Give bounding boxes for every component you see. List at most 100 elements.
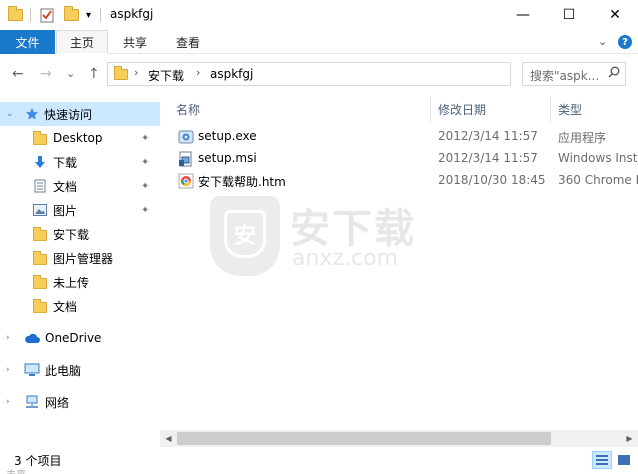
nav-item-network[interactable]: › 网络 [0,390,160,414]
scroll-right-arrow-icon[interactable]: ▶ [621,430,638,447]
quick-access-dropdown-icon[interactable]: ▾ [86,6,91,24]
address-bar-row: ← → ⌄ ↑ › 安下载 › aspkfgj ⌄ ↻ 搜索"aspk... [0,54,638,94]
window-folder-icon [8,6,23,24]
file-date: 2018/10/30 18:45 [438,173,546,187]
divider [100,8,101,22]
horizontal-scrollbar[interactable]: ◀ ▶ [160,430,638,447]
back-arrow-icon[interactable]: ← [12,66,24,82]
pin-icon[interactable]: ✦ [141,133,149,144]
up-arrow-icon[interactable]: ↑ [88,66,100,82]
nav-label: 下载 [53,155,78,170]
pin-icon[interactable]: ✦ [141,205,149,216]
folder-icon [32,298,48,314]
nav-label: OneDrive [45,331,102,345]
nav-item-documents[interactable]: 文档 ✦ [0,174,160,198]
file-row-setup-exe[interactable]: setup.exe 2012/3/14 11:57 应用程序 [170,126,638,148]
star-icon [24,106,40,122]
nav-label: 此电脑 [45,363,82,378]
details-view-button[interactable] [592,451,612,469]
file-date: 2012/3/14 11:57 [438,129,538,143]
column-header-type[interactable]: 类型 [552,96,638,122]
window-title: aspkfgj [110,7,154,21]
scroll-left-arrow-icon[interactable]: ◀ [160,430,177,447]
expand-chevron-icon[interactable]: › [6,397,10,407]
nav-item-this-pc[interactable]: › 此电脑 [0,358,160,382]
scrollbar-thumb[interactable] [177,432,551,445]
ribbon-tabs: 文件 主页 共享 查看 ⌄ ? [0,30,638,54]
nav-item-pictures[interactable]: 图片 ✦ [0,198,160,222]
column-divider[interactable] [430,96,431,122]
cloud-icon [24,330,40,346]
nav-item-not-uploaded[interactable]: 未上传 [0,270,160,294]
tab-view[interactable]: 查看 [162,30,214,54]
nav-label: 文档 [53,179,78,194]
nav-label: 快速访问 [44,107,93,122]
title-bar: ▾ aspkfgj — ☐ ✕ [0,0,638,30]
tab-home[interactable]: 主页 [56,30,108,54]
picture-icon [32,202,48,218]
file-type: Windows Installer [558,151,638,165]
nav-item-onedrive[interactable]: › OneDrive [0,326,160,350]
folder-icon [32,226,48,242]
address-bar[interactable]: › 安下载 › aspkfgj ⌄ ↻ [107,62,615,86]
pin-icon[interactable]: ✦ [141,181,149,192]
expand-chevron-icon[interactable]: ⌄ [6,109,14,119]
navigation-pane: ⌄ 快速访问 Desktop ✦ 下载 ✦ 文档 ✦ 图片 ✦ 安下载 图片管理… [0,96,160,448]
tab-file[interactable]: 文件 [0,30,55,54]
nav-label: Desktop [53,131,103,145]
column-header-date[interactable]: 修改日期 [432,96,550,122]
search-input[interactable]: 搜索"aspk... [522,62,626,86]
watermark-text-en: anxz.com [292,246,398,271]
file-name: setup.exe [198,129,257,143]
divider [30,8,31,22]
folder-icon [32,250,48,266]
expand-chevron-icon[interactable]: › [6,365,10,375]
file-row-help-htm[interactable]: 安下载帮助.htm 2018/10/30 18:45 360 Chrome HT… [170,170,638,192]
close-button[interactable]: ✕ [592,0,638,30]
file-type: 应用程序 [558,131,607,145]
status-bar: 3 个项目 [0,448,638,474]
folder-icon [32,130,48,146]
nav-item-picture-manager[interactable]: 图片管理器 [0,246,160,270]
nav-label: 图片 [53,203,78,218]
truncated-label: 未来 [6,466,26,474]
msi-package-icon [178,151,194,167]
watermark: 安 安下载 anxz.com [210,196,500,276]
nav-label: 未上传 [53,275,90,290]
search-icon [608,66,620,81]
address-folder-icon [114,66,128,80]
breadcrumb-separator[interactable]: › [134,66,138,79]
file-type: 360 Chrome HTML [558,173,638,187]
nav-label: 图片管理器 [53,251,114,266]
file-row-setup-msi[interactable]: setup.msi 2012/3/14 11:57 Windows Instal… [170,148,638,170]
large-icons-view-button[interactable] [614,451,634,469]
recent-locations-chevron-icon[interactable]: ⌄ [66,67,75,80]
document-icon [32,178,48,194]
file-date: 2012/3/14 11:57 [438,151,538,165]
tab-share[interactable]: 共享 [110,30,160,54]
nav-item-anxiazai[interactable]: 安下载 [0,222,160,246]
expand-chevron-icon[interactable]: › [6,333,10,343]
exe-installer-icon [178,129,194,145]
download-arrow-icon [32,154,48,170]
nav-item-desktop[interactable]: Desktop ✦ [0,126,160,150]
nav-item-downloads[interactable]: 下载 ✦ [0,150,160,174]
pin-icon[interactable]: ✦ [141,157,149,168]
file-name: 安下载帮助.htm [198,175,286,189]
breadcrumb-item[interactable]: 安下载 [148,67,184,84]
network-icon [24,394,40,410]
help-icon[interactable]: ? [618,35,632,49]
nav-quick-access[interactable]: ⌄ 快速访问 [0,102,160,126]
watermark-shield-logo: 安 [210,196,280,276]
breadcrumb-separator[interactable]: › [196,66,200,79]
minimize-button[interactable]: — [500,0,546,30]
maximize-button[interactable]: ☐ [546,0,592,30]
breadcrumb-item[interactable]: aspkfgj [210,67,253,81]
forward-arrow-icon[interactable]: → [40,66,52,82]
nav-item-documents-folder[interactable]: 文档 [0,294,160,318]
large-icons-view-icon [618,455,630,465]
properties-icon[interactable] [40,6,54,24]
column-divider[interactable] [550,96,551,122]
new-folder-icon[interactable] [64,6,79,24]
ribbon-collapse-chevron-icon[interactable]: ⌄ [598,35,607,48]
